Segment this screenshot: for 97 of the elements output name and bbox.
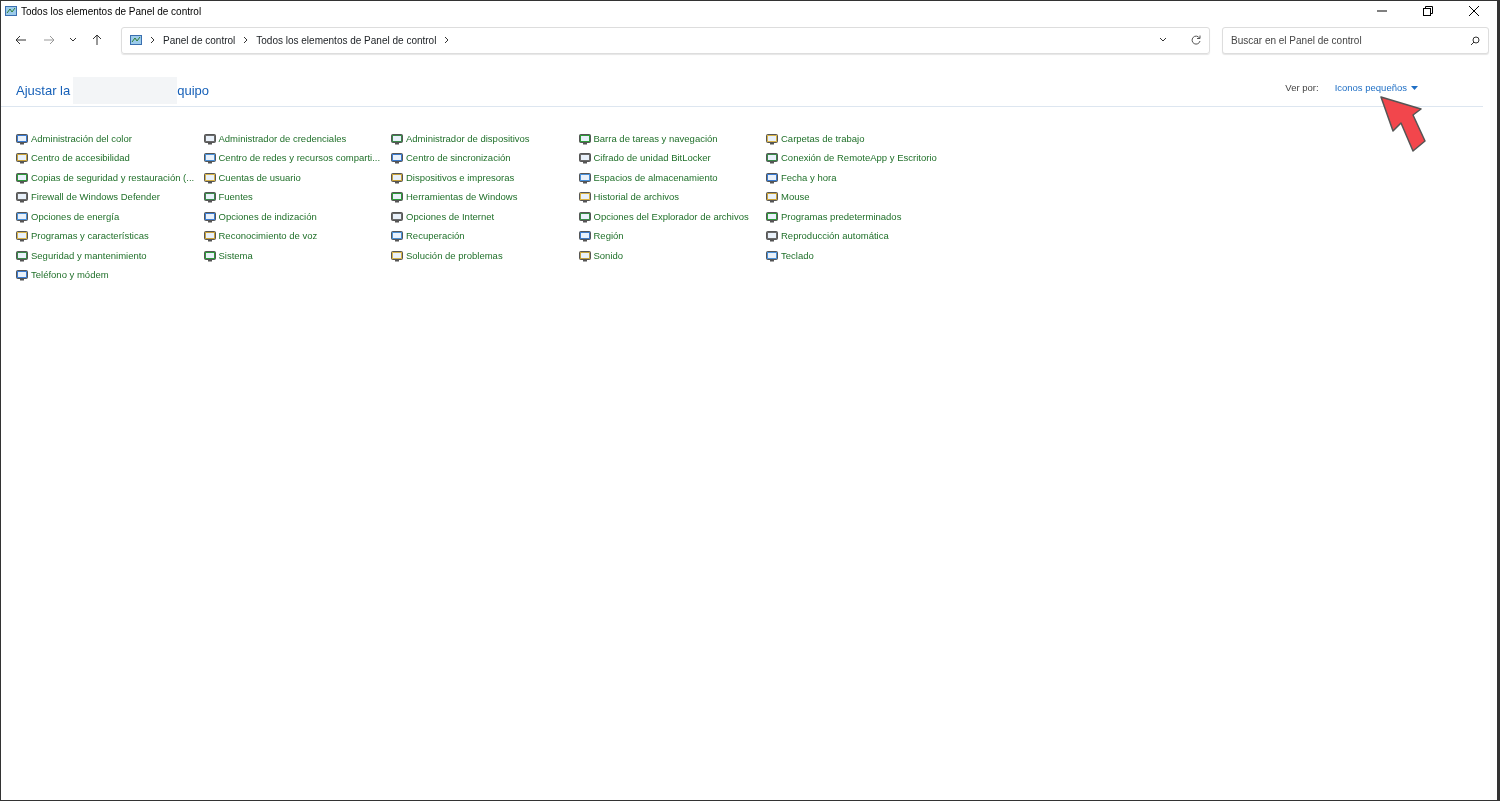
applet-link[interactable]: Cuentas de usuario <box>203 168 391 188</box>
applet-icon <box>578 230 591 243</box>
applet-link[interactable]: Región <box>578 226 766 246</box>
applet-icon <box>578 210 591 223</box>
address-bar[interactable]: Panel de control Todos los elementos de Panel de control <box>121 26 1210 54</box>
up-arrow-icon <box>92 34 102 46</box>
pointer-arrow <box>1379 95 1427 155</box>
control-panel-icon <box>5 6 17 16</box>
applet-icon <box>203 171 216 184</box>
applet-link[interactable]: Sistema <box>203 246 391 266</box>
applet-icon <box>203 191 216 204</box>
applet-icon <box>16 269 28 282</box>
applet-link[interactable]: Carpetas de trabajo <box>766 129 954 149</box>
heading-text: Ajustar la <box>16 81 71 100</box>
applet-link[interactable]: Mouse <box>766 187 954 207</box>
breadcrumb[interactable]: Todos los elementos de Panel de control <box>256 32 437 48</box>
applet-link[interactable]: Historial de archivos <box>578 187 766 207</box>
close-icon <box>1469 6 1479 16</box>
applet-icon <box>391 191 403 204</box>
heading-text: quipo <box>177 81 209 100</box>
applet-link[interactable]: Centro de sincronización <box>391 148 579 168</box>
applet-icon <box>16 249 28 262</box>
applet-icon <box>578 152 591 165</box>
applet-icon <box>766 210 778 223</box>
view-by-label: Ver por: <box>1285 81 1319 95</box>
window-title: Todos los elementos de Panel de control <box>21 4 202 19</box>
applet-icon <box>766 230 778 243</box>
applet-link[interactable]: Copias de seguridad y restauración (... <box>16 168 204 188</box>
applet-icon <box>766 191 778 204</box>
applet-link[interactable]: Espacios de almacenamiento <box>578 168 766 188</box>
applet-icon <box>578 249 591 262</box>
applet-icon <box>16 210 28 223</box>
applet-link[interactable]: Cifrado de unidad BitLocker <box>578 148 766 168</box>
applet-link[interactable]: Opciones de energía <box>16 207 204 227</box>
forward-arrow-icon <box>43 35 55 45</box>
refresh-icon[interactable] <box>1191 35 1201 45</box>
applet-link[interactable]: Teclado <box>766 246 954 266</box>
chevron-icon[interactable] <box>243 36 249 44</box>
applet-icon <box>391 210 403 223</box>
applet-link[interactable]: Dispositivos e impresoras <box>391 168 579 188</box>
applet-link[interactable]: Conexión de RemoteApp y Escritorio <box>766 148 954 168</box>
applet-link[interactable]: Centro de accesibilidad <box>16 148 204 168</box>
applet-icon <box>766 152 778 165</box>
applet-link[interactable]: Fecha y hora <box>766 168 954 188</box>
breadcrumb[interactable]: Panel de control <box>163 32 236 48</box>
applet-link[interactable]: Recuperación <box>391 226 579 246</box>
applet-link[interactable]: Reconocimiento de voz <box>203 226 391 246</box>
dropdown-caret-icon[interactable] <box>1159 37 1167 43</box>
back-arrow-icon <box>15 35 27 45</box>
applet-icon <box>391 132 403 145</box>
applet-icon <box>578 171 591 184</box>
applet-icon <box>391 230 403 243</box>
applet-link[interactable]: Barra de tareas y navegación <box>578 129 766 149</box>
applet-icon <box>578 132 591 145</box>
control-panel-icon <box>130 35 142 45</box>
applet-link[interactable]: Sonido <box>578 246 766 266</box>
applet-icon <box>16 132 28 145</box>
applet-icon <box>766 249 778 262</box>
applet-link[interactable]: Programas y características <box>16 226 204 246</box>
applet-icon <box>16 191 28 204</box>
applet-link[interactable]: Seguridad y mantenimiento <box>16 246 204 266</box>
applet-link[interactable]: Opciones de Internet <box>391 207 579 227</box>
applet-icon <box>203 152 216 165</box>
applet-link[interactable]: Reproducción automática <box>766 226 954 246</box>
applet-icon <box>578 191 591 204</box>
applet-icon <box>391 249 403 262</box>
applet-link[interactable]: Administrador de dispositivos <box>391 129 579 149</box>
caret-icon <box>1411 85 1418 91</box>
applet-icon <box>16 152 28 165</box>
applet-icon <box>16 230 28 243</box>
applet-icon <box>203 249 216 262</box>
applet-link[interactable]: Teléfono y módem <box>16 265 204 285</box>
applet-link[interactable]: Firewall de Windows Defender <box>16 187 204 207</box>
applet-link[interactable]: Centro de redes y recursos comparti... <box>203 148 391 168</box>
applet-icon <box>766 171 778 184</box>
caret-icon <box>69 37 77 43</box>
applet-link[interactable]: Fuentes <box>203 187 391 207</box>
applet-link[interactable]: Solución de problemas <box>391 246 579 266</box>
applet-link[interactable]: Administración del color <box>16 129 204 149</box>
chevron-icon[interactable] <box>150 36 155 44</box>
search-icon <box>1470 35 1480 46</box>
applet-icon <box>766 132 778 145</box>
restore-icon <box>1423 6 1433 16</box>
applet-icon <box>391 152 403 165</box>
view-mode-dropdown[interactable]: Iconos pequeños <box>1334 81 1418 96</box>
applet-icon <box>16 171 28 184</box>
applet-link[interactable]: Administrador de credenciales <box>203 129 391 149</box>
applet-link[interactable]: Opciones del Explorador de archivos <box>578 207 766 227</box>
applet-link[interactable]: Programas predeterminados <box>766 207 954 227</box>
search-field[interactable]: Buscar en el Panel de control <box>1222 26 1489 54</box>
applet-icon <box>391 171 403 184</box>
applet-link[interactable]: Opciones de indización <box>203 207 391 227</box>
chevron-icon[interactable] <box>444 36 450 44</box>
applet-icon <box>203 230 216 243</box>
applet-link[interactable]: Herramientas de Windows <box>391 187 579 207</box>
applet-icon <box>203 132 216 145</box>
applet-icon <box>203 210 216 223</box>
